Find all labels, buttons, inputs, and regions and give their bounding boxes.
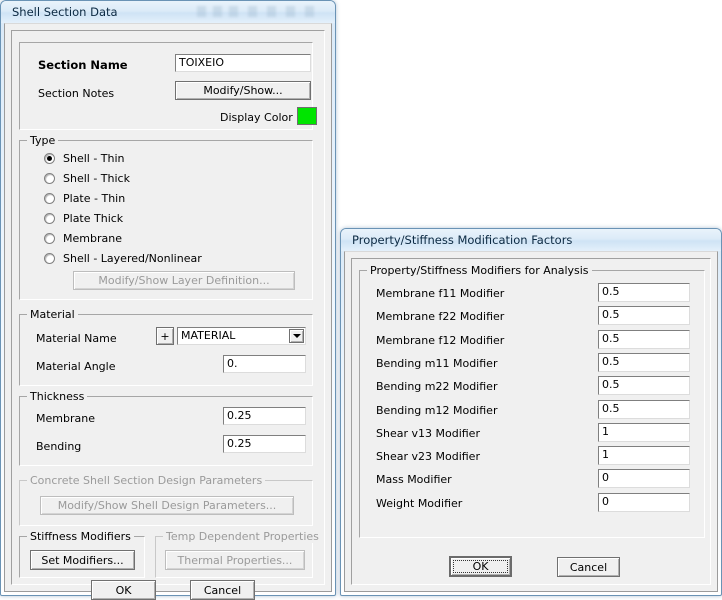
modifier-input[interactable]: 0.5 <box>598 329 690 349</box>
modify-show-notes-button[interactable]: Modify/Show... <box>175 81 311 100</box>
material-name-combobox[interactable]: MATERIAL <box>177 327 306 345</box>
shell-section-ok-button[interactable]: OK <box>91 580 156 600</box>
modifier-input[interactable]: 0.5 <box>598 399 690 419</box>
modifier-input[interactable]: 0.5 <box>598 306 690 326</box>
modifier-label: Weight Modifier <box>376 496 463 510</box>
titlebar-ghost-artifact <box>248 6 257 17</box>
modifier-label: Membrane f11 Modifier <box>376 287 505 300</box>
modifier-input[interactable]: 0.5 <box>598 283 690 302</box>
modifier-input[interactable]: 0.5 <box>598 352 690 372</box>
modification-factors-title: Property/Stiffness Modification Factors <box>352 233 573 247</box>
thickness-membrane-label: Membrane <box>36 412 95 425</box>
modifier-label: Bending m12 Modifier <box>376 403 498 417</box>
thickness-bending-label: Bending <box>36 440 82 453</box>
modification-factors-client: Property/Stiffness Modifiers for Analysi… <box>344 251 718 592</box>
display-color-label: Display Color <box>220 111 293 124</box>
stiffness-modifiers-legend: Stiffness Modifiers <box>27 530 134 543</box>
radio-shell-layered-nonlinear-label: Shell - Layered/Nonlinear <box>63 252 202 265</box>
radio-shell-thick-label: Shell - Thick <box>63 172 130 185</box>
add-material-button[interactable]: + <box>156 327 174 345</box>
shell-section-data-client: Section Name TOIXEIO Section Notes Modif… <box>4 23 332 600</box>
modification-factors-ok-button[interactable]: OK <box>449 556 512 577</box>
section-name-label: Section Name <box>38 58 128 72</box>
thermal-properties-button: Thermal Properties... <box>165 550 305 570</box>
modification-factors-titlebar[interactable]: Property/Stiffness Modification Factors <box>341 229 721 251</box>
modifier-input[interactable]: 1 <box>598 446 690 466</box>
thickness-group-legend: Thickness <box>27 390 88 403</box>
radio-shell-thin[interactable] <box>44 153 55 164</box>
titlebar-ghost-artifact <box>213 6 222 17</box>
shell-section-data-title: Shell Section Data <box>12 5 118 19</box>
modify-show-layer-definition-button: Modify/Show Layer Definition... <box>73 271 295 290</box>
modification-factors-cancel-button[interactable]: Cancel <box>557 557 620 577</box>
titlebar-ghost-artifact <box>229 6 238 17</box>
material-group-legend: Material <box>27 308 78 321</box>
section-notes-label: Section Notes <box>38 87 115 100</box>
thickness-membrane-input[interactable]: 0.25 <box>223 407 306 425</box>
type-group: Type Shell - Thin Shell - Thick Plate - … <box>19 134 313 300</box>
modifier-label: Membrane f12 Modifier <box>376 333 505 347</box>
modifier-input[interactable]: 1 <box>598 422 690 442</box>
display-color-swatch[interactable] <box>297 107 317 125</box>
type-group-legend: Type <box>27 134 59 147</box>
chevron-down-icon <box>292 334 301 338</box>
modification-factors-dialog[interactable]: Property/Stiffness Modification Factors … <box>340 228 722 596</box>
radio-shell-layered-nonlinear[interactable] <box>44 253 55 264</box>
material-name-value: MATERIAL <box>181 329 236 342</box>
modifier-label: Bending m11 Modifier <box>376 356 498 370</box>
modifier-input[interactable]: 0 <box>598 469 690 489</box>
modifier-label: Mass Modifier <box>376 473 452 487</box>
concrete-shell-design-group: Concrete Shell Section Design Parameters… <box>19 474 313 526</box>
temp-dependent-properties-legend: Temp Dependent Properties <box>163 530 322 543</box>
stiffness-modifiers-group: Stiffness Modifiers Set Modifiers... <box>19 530 145 578</box>
shell-section-cancel-button[interactable]: Cancel <box>190 580 255 600</box>
modifier-input[interactable]: 0.5 <box>598 376 690 396</box>
modifier-label: Membrane f22 Modifier <box>376 310 505 324</box>
modifier-input[interactable]: 0 <box>598 492 690 512</box>
titlebar-ghost-artifact <box>267 6 276 17</box>
shell-section-data-dialog[interactable]: Shell Section Data Section Name TOIXEIO … <box>0 0 336 600</box>
radio-plate-thin-label: Plate - Thin <box>63 192 126 205</box>
material-group: Material Material Name + MATERIAL Materi… <box>19 308 313 386</box>
titlebar-ghost-artifact <box>305 6 314 17</box>
radio-plate-thick[interactable] <box>44 213 55 224</box>
modifiers-for-analysis-legend: Property/Stiffness Modifiers for Analysi… <box>367 264 592 277</box>
thickness-group: Thickness Membrane 0.25 Bending 0.25 <box>19 390 313 466</box>
material-name-label: Material Name <box>36 332 117 345</box>
radio-shell-thick[interactable] <box>44 173 55 184</box>
modifier-label: Shear v13 Modifier <box>376 426 480 440</box>
modification-factors-ok-label: OK <box>472 560 489 573</box>
section-name-input[interactable]: TOIXEIO <box>175 54 311 72</box>
material-angle-input[interactable]: 0. <box>223 355 306 373</box>
radio-plate-thin[interactable] <box>44 193 55 204</box>
set-modifiers-button[interactable]: Set Modifiers... <box>30 550 135 570</box>
radio-membrane[interactable] <box>44 233 55 244</box>
material-dropdown-button[interactable] <box>289 329 304 343</box>
modifier-label: Bending m22 Modifier <box>376 380 498 394</box>
radio-shell-thin-label: Shell - Thin <box>63 152 125 165</box>
modifiers-for-analysis-group: Property/Stiffness Modifiers for Analysi… <box>359 264 705 538</box>
modifier-label: Shear v23 Modifier <box>376 450 480 464</box>
section-identity-panel: Section Name TOIXEIO Section Notes Modif… <box>19 42 317 130</box>
thickness-bending-input[interactable]: 0.25 <box>223 435 306 453</box>
titlebar-ghost-artifact <box>197 6 206 17</box>
material-angle-label: Material Angle <box>36 360 116 373</box>
radio-membrane-label: Membrane <box>63 232 122 245</box>
modify-show-shell-design-parameters-button: Modify/Show Shell Design Parameters... <box>40 496 294 515</box>
radio-plate-thick-label: Plate Thick <box>63 212 124 225</box>
titlebar-ghost-artifact <box>286 6 295 17</box>
shell-section-data-titlebar[interactable]: Shell Section Data <box>1 1 335 23</box>
temp-dependent-properties-group: Temp Dependent Properties Thermal Proper… <box>155 530 322 578</box>
concrete-shell-design-legend: Concrete Shell Section Design Parameters <box>27 474 266 487</box>
